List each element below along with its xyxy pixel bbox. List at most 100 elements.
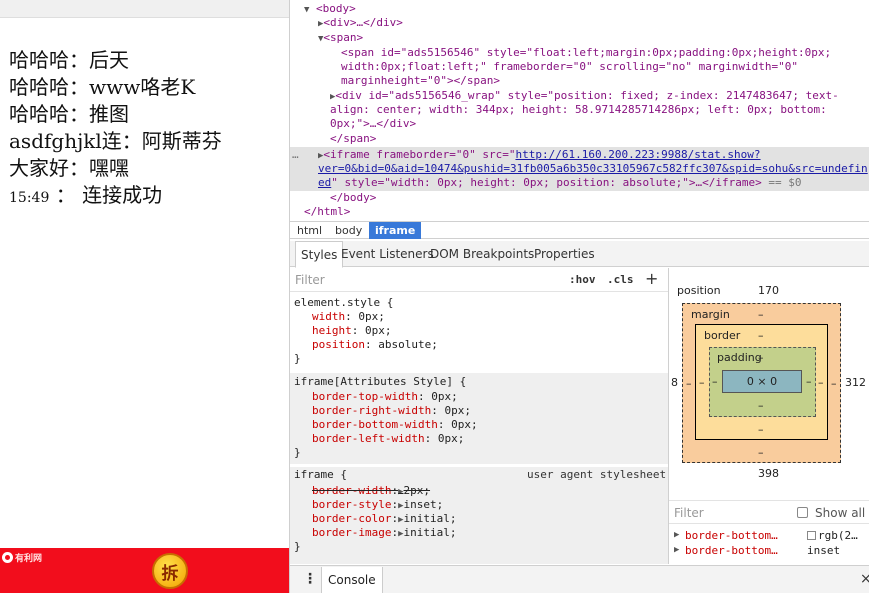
padding-top-value[interactable]: – [758, 351, 764, 364]
rule-element-style: element.style { width: 0px; height: 0px;… [290, 294, 668, 370]
margin-right-value[interactable]: – [831, 377, 837, 390]
drawer-menu-icon[interactable]: ⋮ [303, 571, 317, 587]
css-prop-name: border-top-width [312, 390, 418, 403]
ad-coin-button[interactable]: 拆 [152, 553, 188, 589]
styles-filter-input[interactable]: Filter [295, 273, 325, 287]
breadcrumb-html[interactable]: html [291, 222, 328, 239]
message-text: 大家好：嘿嘿 [9, 156, 129, 180]
css-declaration: border-style:▶inset; [312, 498, 444, 511]
ad-banner[interactable]: 有利网 拆 [0, 548, 289, 593]
css-declaration: border-top-width: 0px; [312, 390, 458, 403]
close-icon[interactable]: × [860, 571, 869, 587]
rule-close: } [294, 540, 301, 553]
padding-bottom-value[interactable]: – [758, 399, 764, 412]
location-pin-icon [2, 552, 13, 563]
breadcrumb-iframe[interactable]: iframe [369, 222, 422, 239]
node-body[interactable]: <body> [316, 2, 356, 15]
position-label: position [677, 284, 721, 297]
hov-toggle-button[interactable]: :hov [569, 273, 596, 286]
css-declaration[interactable]: position: absolute; [312, 338, 438, 352]
css-declaration-overridden: border-width:▶2px; [312, 484, 431, 497]
box-model-pane: position 170 8 312 398 margin – – – – bo… [668, 268, 869, 564]
position-left-value[interactable]: 8 [671, 376, 678, 389]
devtools-panel: ▼ <body> ▶<div>…</div> ▼<span> <span id=… [290, 0, 869, 593]
css-prop-name: width [312, 310, 346, 323]
breadcrumb-body[interactable]: body [329, 222, 368, 239]
node-div-wrap-cont: align: center; width: 344px; height: 58.… [330, 103, 827, 116]
position-bottom-value[interactable]: 398 [758, 467, 779, 480]
tab-event-listeners[interactable]: Event Listeners [336, 241, 439, 267]
tab-console[interactable]: Console [321, 567, 383, 593]
margin-bottom-value[interactable]: – [758, 446, 764, 459]
message-text: 哈哈哈：后天 [9, 48, 129, 72]
padding-right-value[interactable]: – [806, 375, 812, 388]
border-bottom-value[interactable]: – [758, 423, 764, 436]
chat-message: 哈哈哈：推图 [9, 101, 222, 128]
styles-pane: Filter :hov .cls + element.style { width… [290, 268, 668, 564]
margin-top-value[interactable]: – [758, 308, 764, 321]
rule-attributes-style: iframe[Attributes Style] { border-top-wi… [290, 373, 668, 464]
node-eq-marker: == $0 [768, 176, 802, 189]
console-drawer: ⋮ Console × [290, 565, 869, 593]
padding-left-value[interactable]: – [712, 375, 718, 388]
node-inner-span-cont: width:0px;float:left;" frameborder="0" s… [341, 60, 798, 73]
message-text: 哈哈哈：www咯老K [9, 75, 196, 99]
border-right-value[interactable]: – [818, 376, 824, 389]
css-prop-name: height [312, 324, 352, 337]
node-div[interactable]: <div>…</div> [323, 16, 402, 29]
rule-user-agent: iframe { user agent stylesheet border-wi… [290, 467, 668, 564]
css-prop-value: 0px; [451, 418, 478, 431]
node-html-close: </html> [304, 205, 351, 218]
rule-selector[interactable]: element.style { [294, 296, 393, 310]
tab-properties[interactable]: Properties [529, 241, 600, 267]
border-label: border [704, 329, 741, 342]
css-declaration[interactable]: height: 0px; [312, 324, 392, 338]
show-all-checkbox[interactable] [797, 507, 808, 518]
border-top-value[interactable]: – [758, 329, 764, 342]
box-content-size[interactable]: 0 × 0 [722, 370, 802, 393]
message-text: ： 连接成功 [55, 183, 163, 207]
iframe-src-link[interactable]: http://61.160.200.223:9988/stat.show? [515, 148, 760, 161]
cls-toggle-button[interactable]: .cls [607, 273, 634, 286]
color-swatch-icon[interactable] [807, 531, 816, 540]
iframe-src-link-end[interactable]: ed [318, 176, 331, 189]
node-inner-span[interactable]: <span id="ads5156546" style="float:left;… [341, 46, 831, 59]
border-left-value[interactable]: – [699, 376, 705, 389]
chat-message: asdfghjkl连：阿斯蒂芬 [9, 128, 222, 155]
css-declaration[interactable]: width: 0px; [312, 310, 385, 324]
css-prop-name: border-style [312, 498, 392, 511]
new-rule-button[interactable]: + [645, 269, 658, 288]
padding-label: padding [717, 351, 762, 364]
computed-prop-value: inset [807, 544, 841, 557]
margin-left-value[interactable]: – [686, 377, 692, 390]
computed-prop-value: rgb(2… [807, 529, 858, 542]
css-prop-value: 0px; [365, 324, 392, 337]
node-iframe[interactable]: <iframe frameborder="0" src=" [323, 148, 515, 161]
css-prop-name: border-width [312, 484, 392, 497]
expand-triangle-icon[interactable]: ▶ [674, 530, 679, 540]
css-prop-value: initial; [403, 512, 457, 525]
node-div-wrap[interactable]: <div id="ads5156546_wrap" style="positio… [335, 89, 838, 102]
ad-logo-text: 有利网 [15, 554, 43, 564]
sidebar-tabs: Styles Event Listeners DOM Breakpoints P… [290, 241, 869, 268]
node-span[interactable]: <span> [323, 31, 363, 44]
position-top-value[interactable]: 170 [758, 284, 779, 297]
css-prop-name: border-image [312, 526, 392, 539]
computed-filter-input[interactable]: Filter [674, 506, 704, 520]
page-top-bar [0, 0, 289, 18]
breadcrumb: html body iframe [290, 221, 869, 239]
expand-triangle-icon[interactable]: ▶ [674, 545, 679, 555]
chat-messages: 哈哈哈：后天 哈哈哈：www咯老K 哈哈哈：推图 asdfghjkl连：阿斯蒂芬… [9, 47, 222, 212]
css-declaration: border-image:▶initial; [312, 526, 457, 539]
tab-dom-breakpoints[interactable]: DOM Breakpoints [425, 241, 539, 267]
styles-filter-row: Filter :hov .cls + [290, 268, 668, 292]
iframe-src-link-cont[interactable]: ver=0&bid=0&aid=10474&pushid=31fb005a6b3… [318, 162, 868, 175]
computed-row[interactable]: ▶ border-bottom… rgb(2… [669, 529, 869, 543]
elements-tree: ▼ <body> ▶<div>…</div> ▼<span> <span id=… [290, 0, 869, 220]
css-prop-value: 0px; [437, 432, 465, 445]
collapse-triangle-icon[interactable]: ▼ [304, 5, 309, 15]
css-declaration: border-bottom-width: 0px; [312, 418, 478, 431]
computed-row[interactable]: ▶ border-bottom… inset [669, 544, 869, 558]
position-right-value[interactable]: 312 [845, 376, 866, 389]
rule-selector: iframe[Attributes Style] { [294, 375, 467, 388]
